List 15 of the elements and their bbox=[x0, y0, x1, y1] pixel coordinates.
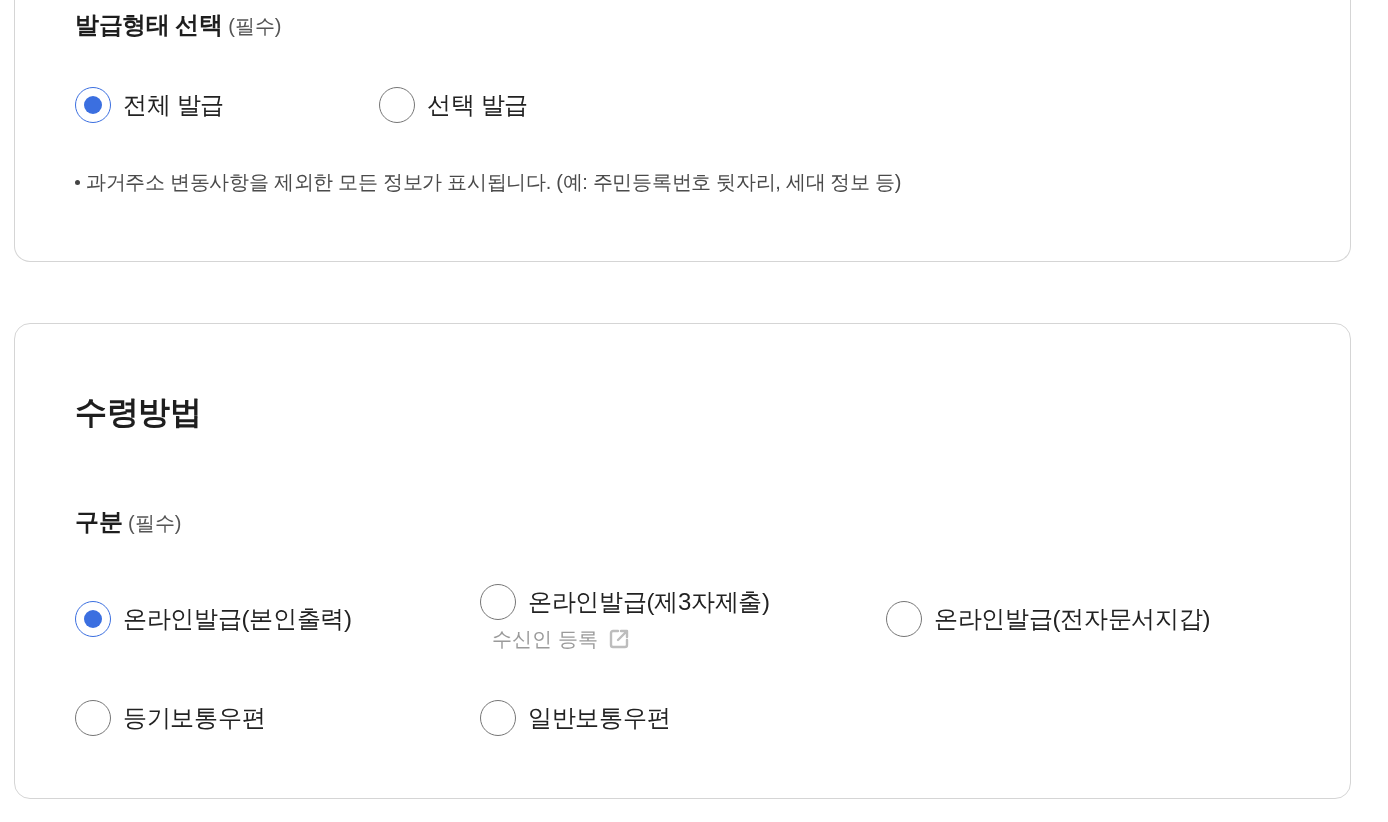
radio-option[interactable]: 전체 발급 bbox=[75, 87, 225, 123]
required-label: (필수) bbox=[128, 511, 182, 536]
radio-option[interactable]: 선택 발급 bbox=[379, 87, 529, 123]
radio-option[interactable]: 일반보통우편 bbox=[480, 700, 671, 736]
info-note: 과거주소 변동사항을 제외한 모든 정보가 표시됩니다. (예: 주민등록번호 뒷자리, 세대 정보 등) bbox=[86, 170, 902, 195]
field-label: 구분 bbox=[75, 508, 122, 536]
radio-option[interactable]: 등기보통우편 bbox=[75, 700, 266, 736]
bullet-icon bbox=[75, 179, 80, 185]
card-title: 수령방법 bbox=[75, 393, 202, 432]
section-heading: 발급형태 선택 bbox=[75, 10, 223, 40]
external-link-icon bbox=[607, 628, 630, 650]
required-label: (필수) bbox=[228, 14, 282, 39]
radio-option[interactable]: 온라인발급(본인출력) bbox=[75, 601, 352, 637]
radio-option[interactable]: 온라인발급(제3자제출) bbox=[480, 584, 770, 620]
radio-option[interactable]: 온라인발급(전자문서지갑) bbox=[886, 601, 1211, 637]
